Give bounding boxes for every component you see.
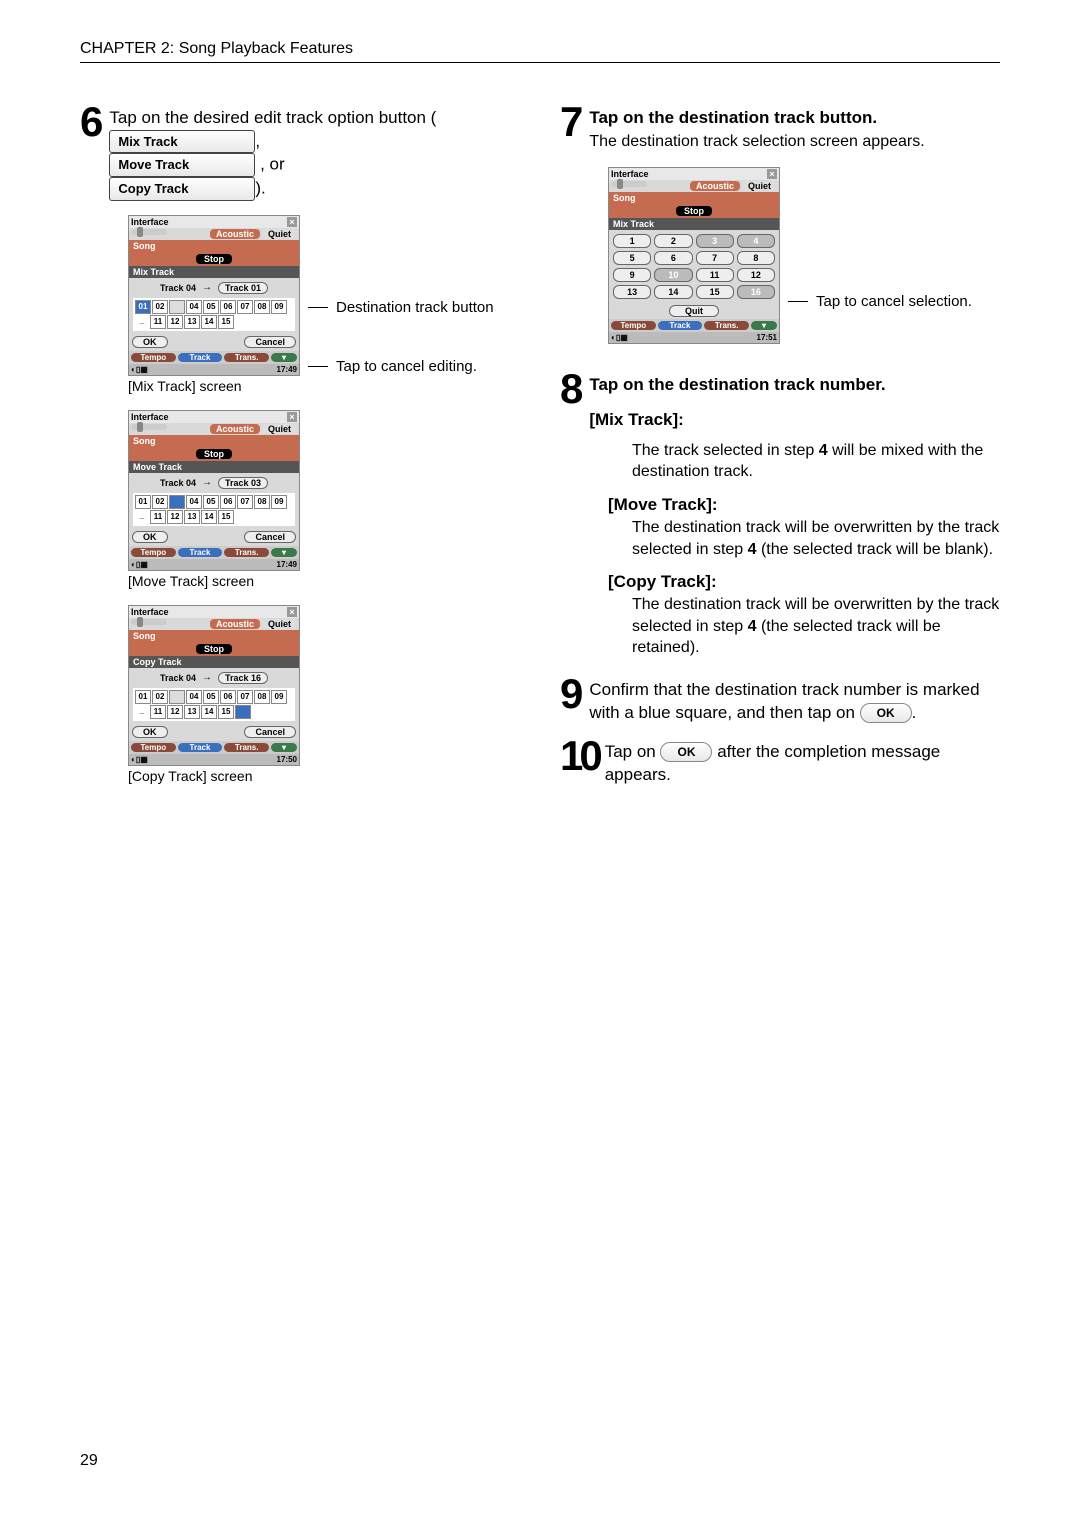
move-track-button[interactable]: Move Track [109,153,255,177]
mix-caption: [Mix Track] screen [128,378,520,394]
sep3: ). [255,178,265,197]
song-row: Song [129,240,299,252]
copy-track-heading: [Copy Track]: [608,572,1000,592]
move-caption: [Move Track] screen [128,573,520,589]
copy-caption: [Copy Track] screen [128,768,520,784]
ok-button-inline[interactable]: OK [860,703,912,723]
source-track: Track 04 [160,283,196,293]
move-track-heading: [Move Track]: [608,495,1000,515]
step-number-7: 7 [560,103,583,141]
ok-button-inline[interactable]: OK [660,742,712,762]
step9-text-b: . [912,703,917,722]
sep2: , or [260,155,285,174]
copy-track-button[interactable]: Copy Track [109,177,255,201]
step-number-9: 9 [560,675,583,713]
annotation-dest: Destination track button [336,299,494,316]
close-icon[interactable]: × [287,217,297,227]
copy-track-screen: Interface× AcousticQuiet Song Stop Copy … [128,605,300,766]
step-8: 8 Tap on the destination track number. [… [560,370,1000,432]
step10-text-a: Tap on [605,742,661,761]
sep1: , [255,131,260,150]
chapter-header: CHAPTER 2: Song Playback Features [80,40,1000,63]
step-number-10: 10 [560,737,599,775]
arrow-icon: → [202,282,212,293]
section-label: Mix Track [129,266,299,278]
quit-button[interactable]: Quit [669,305,719,317]
step-number-8: 8 [560,370,583,408]
status-time: 17:49 [277,365,297,374]
annotation-cancel-edit: Tap to cancel editing. [336,358,477,375]
cancel-button[interactable]: Cancel [244,336,296,348]
left-column: 6 Tap on the desired edit track option b… [80,103,520,800]
right-column: 7 Tap on the destination track button. T… [560,103,1000,800]
close-icon[interactable]: × [767,169,777,179]
step-6-text: Tap on the desired edit track option but… [109,103,520,201]
move-track-screen: Interface× AcousticQuiet Song Stop Move … [128,410,300,571]
tab-acoustic[interactable]: Acoustic [210,229,260,239]
step6-text-a: Tap on the desired edit track option but… [109,108,436,127]
tempo-button[interactable]: Tempo [131,353,176,362]
close-icon[interactable]: × [287,412,297,422]
step7-text: Tap on the destination track button. [589,108,877,127]
menu-icon[interactable]: ▾ [271,353,297,362]
step-6: 6 Tap on the desired edit track option b… [80,103,520,201]
step8-text: Tap on the destination track number. [589,375,885,394]
destination-select-screen: Interface× AcousticQuiet Song Stop Mix T… [608,167,780,344]
destination-track-button[interactable]: Track 01 [218,282,268,294]
destination-grid: 1234 5678 9101112 13141516 [609,230,779,303]
move-track-para: The destination track will be overwritte… [632,517,1000,560]
destination-track-button[interactable]: Track 03 [218,477,268,489]
mix-track-heading: [Mix Track]: [589,409,1000,432]
tab-quiet[interactable]: Quiet [262,229,297,239]
mix-track-para: The track selected in step 4 will be mix… [632,440,1000,483]
mix-track-button[interactable]: Mix Track [109,130,255,154]
ok-button[interactable]: OK [132,336,168,348]
mini-slider[interactable] [131,229,167,235]
track-button[interactable]: Track [178,353,223,362]
copy-track-para: The destination track will be overwritte… [632,594,1000,659]
mini-title: Interface [131,217,169,227]
step7-sub: The destination track selection screen a… [589,133,924,150]
trans-button[interactable]: Trans. [224,353,269,362]
step-10: 10 Tap on OK after the completion messag… [560,737,1000,787]
page-number: 29 [80,1452,98,1470]
stop-button[interactable]: Stop [196,254,232,264]
track-number-grid: 0102040506070809_ 1112131415 [133,298,295,331]
step-9: 9 Confirm that the destination track num… [560,675,1000,725]
close-icon[interactable]: × [287,607,297,617]
step-number-6: 6 [80,103,103,141]
annotation-cancel-sel: Tap to cancel selection. [816,293,972,310]
step-7: 7 Tap on the destination track button. T… [560,103,1000,153]
destination-track-button[interactable]: Track 16 [218,672,268,684]
step9-text-a: Confirm that the destination track numbe… [589,680,979,722]
mix-track-screen: Interface × Acoustic Quiet Song Stop Mix… [128,215,300,376]
